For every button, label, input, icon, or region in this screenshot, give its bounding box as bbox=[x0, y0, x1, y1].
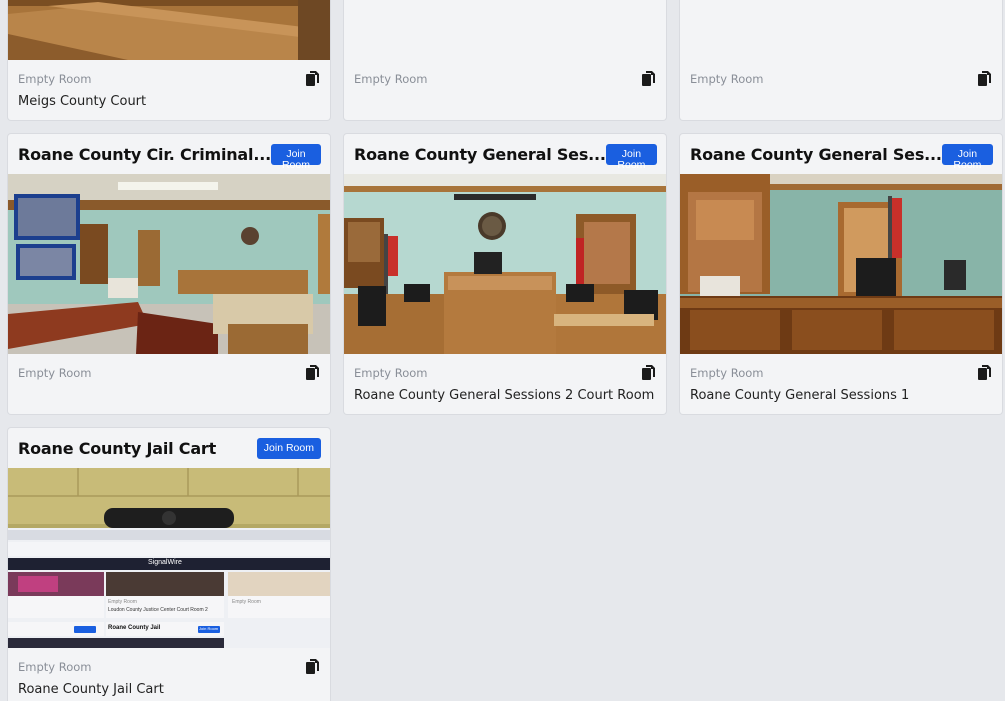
room-thumbnail bbox=[8, 0, 330, 60]
room-status: Empty Room bbox=[18, 366, 92, 380]
screen-tile-status: Empty Room bbox=[232, 599, 261, 605]
screen-join-button: Join Room bbox=[199, 626, 219, 631]
copy-icon[interactable] bbox=[306, 365, 319, 380]
screen-tile-status: Empty Room bbox=[108, 599, 137, 605]
room-card: Empty Room Meigs County Court bbox=[8, 0, 330, 120]
room-card: Empty Room bbox=[344, 0, 666, 120]
room-card: Roane County Jail Cart Join Room SignalW… bbox=[8, 428, 330, 701]
copy-icon[interactable] bbox=[642, 365, 655, 380]
room-title: Roane County Jail Cart bbox=[18, 438, 217, 458]
card-header: Roane County Cir. Criminal... Join Room bbox=[8, 134, 330, 174]
room-name: Roane County General Sessions 1 bbox=[690, 388, 910, 403]
screen-tile-name: Loudon County Justice Center Court Room … bbox=[108, 607, 208, 613]
room-name: Roane County General Sessions 2 Court Ro… bbox=[354, 388, 655, 403]
room-thumbnail bbox=[8, 174, 330, 354]
copy-icon[interactable] bbox=[306, 659, 319, 674]
room-thumbnail bbox=[344, 174, 666, 354]
join-room-button[interactable]: Join Room bbox=[605, 143, 657, 170]
room-card: Roane County General Ses... Join Room Em… bbox=[680, 134, 1002, 414]
join-room-button[interactable]: Join Room bbox=[256, 437, 321, 459]
room-card: Roane County Cir. Criminal... Join Room bbox=[8, 134, 330, 414]
copy-icon[interactable] bbox=[978, 71, 991, 86]
join-room-button[interactable]: Join Room bbox=[270, 143, 321, 170]
room-card: Roane County General Ses... Join Room Em… bbox=[344, 134, 666, 414]
copy-icon[interactable] bbox=[306, 71, 319, 86]
room-title: Roane County General Ses... bbox=[354, 144, 606, 164]
room-status: Empty Room bbox=[18, 660, 92, 674]
join-room-button[interactable]: Join Room bbox=[941, 143, 993, 170]
card-header: Roane County Jail Cart Join Room bbox=[8, 428, 330, 468]
room-name: Roane County Jail Cart bbox=[18, 682, 164, 697]
room-thumbnail bbox=[680, 174, 1002, 354]
screen-card-title: Roane County Jail bbox=[108, 625, 161, 631]
room-status: Empty Room bbox=[354, 72, 428, 86]
room-title: Roane County General Ses... bbox=[690, 144, 942, 164]
room-title: Roane County Cir. Criminal... bbox=[18, 144, 271, 164]
room-thumbnail: SignalWire Empty Room Loudon County Just… bbox=[8, 468, 330, 648]
copy-icon[interactable] bbox=[978, 365, 991, 380]
room-status: Empty Room bbox=[18, 72, 92, 86]
room-card: Empty Room bbox=[680, 0, 1002, 120]
room-status: Empty Room bbox=[354, 366, 428, 380]
room-status: Empty Room bbox=[690, 72, 764, 86]
room-grid: Empty Room Meigs County Court Empty Room… bbox=[0, 0, 1005, 701]
card-header: Roane County General Ses... Join Room bbox=[344, 134, 666, 174]
room-name: Meigs County Court bbox=[18, 94, 147, 109]
copy-icon[interactable] bbox=[642, 71, 655, 86]
card-header: Roane County General Ses... Join Room bbox=[680, 134, 1002, 174]
screen-brand-label: SignalWire bbox=[148, 559, 182, 566]
room-status: Empty Room bbox=[690, 366, 764, 380]
